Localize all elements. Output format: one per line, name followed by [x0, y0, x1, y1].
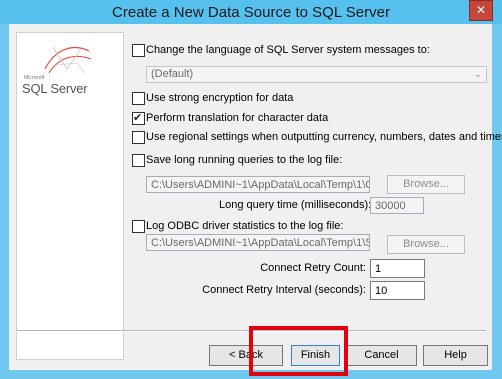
regional-settings-checkbox[interactable]: [132, 131, 145, 144]
regional-settings-label: Use regional settings when outputting cu…: [146, 131, 502, 143]
strong-encryption-label: Use strong encryption for data: [146, 92, 294, 104]
logo-panel: Microsoft SQL Server: [16, 32, 124, 360]
driver-stats-browse-button[interactable]: Browse...: [387, 235, 465, 254]
long-query-time-input[interactable]: 30000: [370, 197, 424, 214]
language-combo[interactable]: (Default) ⌄: [146, 66, 487, 83]
title-bar: Create a New Data Source to SQL Server ✕: [0, 0, 502, 24]
long-query-time-label: Long query time (milliseconds):: [219, 199, 372, 211]
log-driver-stats-label: Log ODBC driver statistics to the log fi…: [146, 220, 344, 232]
retry-count-input[interactable]: 1: [370, 259, 425, 278]
chevron-down-icon: ⌄: [473, 69, 482, 80]
change-language-checkbox[interactable]: [132, 44, 145, 57]
change-language-label: Change the language of SQL Server system…: [146, 44, 430, 56]
retry-count-label: Connect Retry Count:: [260, 262, 366, 274]
dialog-body: Microsoft SQL Server Change the language…: [9, 24, 502, 370]
retry-interval-label: Connect Retry Interval (seconds):: [202, 284, 366, 296]
finish-button[interactable]: Finish: [291, 345, 340, 366]
cancel-button[interactable]: Cancel: [346, 345, 417, 366]
retry-interval-input[interactable]: 10: [370, 281, 425, 300]
close-icon: ✕: [475, 3, 487, 17]
long-query-log-path-input[interactable]: C:\Users\ADMINI~1\AppData\Local\Temp\1\Q…: [146, 176, 370, 193]
long-query-browse-button[interactable]: Browse...: [387, 175, 465, 194]
driver-stats-log-path-input[interactable]: C:\Users\ADMINI~1\AppData\Local\Temp\1\S…: [146, 234, 370, 251]
log-driver-stats-checkbox[interactable]: [132, 220, 145, 233]
button-separator: [16, 330, 486, 332]
back-button[interactable]: < Back: [209, 345, 283, 366]
perform-translation-checkbox[interactable]: [132, 111, 145, 125]
close-button[interactable]: ✕: [469, 0, 493, 21]
logo-product: SQL Server: [22, 81, 88, 96]
log-long-queries-checkbox[interactable]: [132, 154, 145, 167]
help-button[interactable]: Help: [423, 345, 488, 366]
sql-server-logo-icon: [44, 46, 92, 74]
window-title: Create a New Data Source to SQL Server: [112, 4, 390, 21]
language-value: (Default): [151, 68, 194, 80]
strong-encryption-checkbox[interactable]: [132, 92, 145, 105]
perform-translation-label: Perform translation for character data: [146, 112, 329, 124]
log-long-queries-label: Save long running queries to the log fil…: [146, 154, 343, 166]
